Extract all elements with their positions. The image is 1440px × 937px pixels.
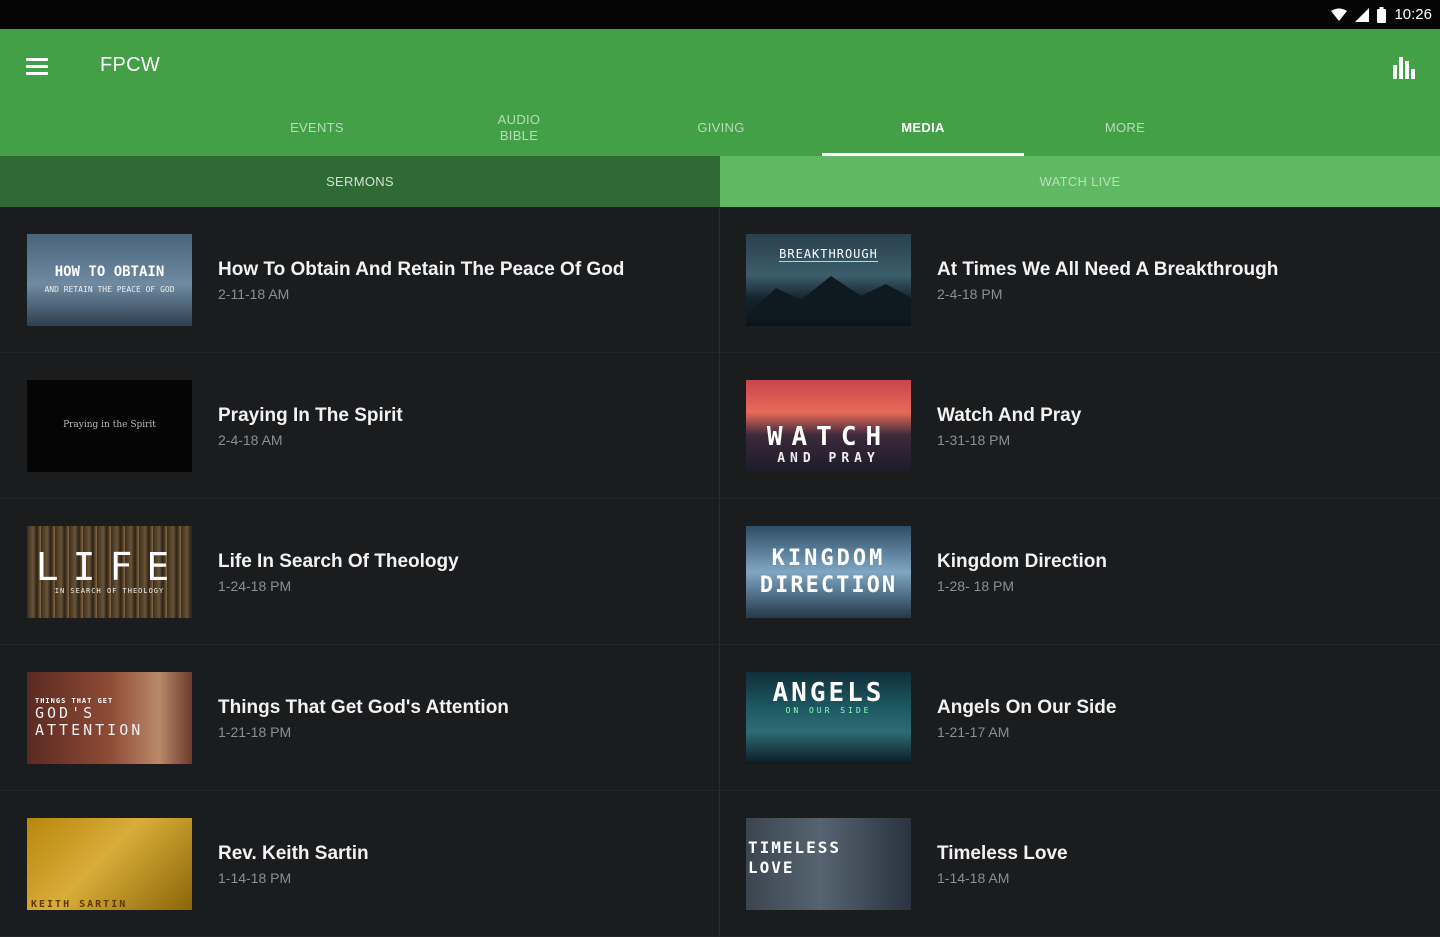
thumbnail-subtext: DIRECTION xyxy=(759,573,898,598)
wifi-icon xyxy=(1331,8,1348,21)
subtab-watch-live[interactable]: WATCH LIVE xyxy=(720,156,1440,207)
thumbnail-text: TIMELESS xyxy=(748,838,842,857)
sermon-title: Life In Search Of Theology xyxy=(218,551,459,572)
tab-more[interactable]: MORE xyxy=(1024,99,1226,156)
sermon-date: 1-24-18 PM xyxy=(218,578,292,594)
list-item[interactable]: Praying in the Spirit Praying In The Spi… xyxy=(0,353,720,499)
thumbnail-text: WATCH xyxy=(766,422,891,453)
hamburger-icon xyxy=(26,57,48,61)
bar-chart-bar xyxy=(1399,57,1403,79)
thumbnail-subtext: AND PRAY xyxy=(777,450,880,466)
app-title: FPCW xyxy=(100,54,161,76)
list-item[interactable]: THINGS THAT GET GOD'S ATTENTION Things T… xyxy=(0,645,720,791)
list-item[interactable]: ANGELS ON OUR SIDE Angels On Our Side 1-… xyxy=(720,645,1440,791)
main-tabs: EVENTS AUDIO BIBLE GIVING MEDIA MORE xyxy=(216,99,1226,156)
sermon-date: 1-14-18 PM xyxy=(218,870,292,886)
media-subtabs: SERMONS WATCH LIVE xyxy=(0,156,1440,207)
list-item[interactable]: WATCH AND PRAY Watch And Pray 1-31-18 PM xyxy=(720,353,1440,499)
hamburger-line xyxy=(26,64,48,68)
tab-events[interactable]: EVENTS xyxy=(216,99,418,156)
sermon-thumbnail: BREAKTHROUGH xyxy=(746,234,911,326)
sermon-date: 1-21-17 AM xyxy=(937,724,1010,740)
sermon-thumbnail: WATCH AND PRAY xyxy=(746,380,911,472)
hamburger-line xyxy=(26,71,48,75)
thumbnail-subtext: AND RETAIN THE PEACE OF GOD xyxy=(44,284,175,294)
sermon-date: 2-4-18 PM xyxy=(937,286,1003,302)
list-item[interactable]: KINGDOM DIRECTION Kingdom Direction 1-28… xyxy=(720,499,1440,645)
list-item[interactable]: HOW TO OBTAIN AND RETAIN THE PEACE OF GO… xyxy=(0,207,720,353)
sermon-title: Rev. Keith Sartin xyxy=(218,843,369,864)
sermon-title: Angels On Our Side xyxy=(937,697,1117,718)
mountain-illustration xyxy=(746,275,911,316)
list-item[interactable]: LIFE IN SEARCH OF THEOLOGY Life In Searc… xyxy=(0,499,720,645)
tab-media[interactable]: MEDIA xyxy=(822,99,1024,156)
app-bar: FPCW EVENTS AUDIO BIBLE GIVING MEDIA MOR… xyxy=(0,29,1440,156)
sermon-date: 2-4-18 AM xyxy=(218,432,283,448)
bar-chart-bar xyxy=(1405,61,1409,79)
sermon-title: Praying In The Spirit xyxy=(218,405,403,426)
thumbnail-text: ANGELS xyxy=(772,678,885,708)
sermon-thumbnail: HOW TO OBTAIN AND RETAIN THE PEACE OF GO… xyxy=(27,234,192,326)
status-bar: 10:26 xyxy=(0,0,1440,29)
thumbnail-text: LIFE xyxy=(35,545,184,590)
sermon-title: Timeless Love xyxy=(937,843,1068,864)
sermon-thumbnail: Praying in the Spirit xyxy=(27,380,192,472)
cell-signal-icon xyxy=(1355,7,1370,22)
menu-button[interactable] xyxy=(26,51,56,81)
list-item[interactable]: KEITH SARTIN Rev. Keith Sartin 1-14-18 P… xyxy=(0,791,720,937)
sermon-date: 1-31-18 PM xyxy=(937,432,1011,448)
sermon-thumbnail: ANGELS ON OUR SIDE xyxy=(746,672,911,764)
tab-audio-bible[interactable]: AUDIO BIBLE xyxy=(418,99,620,156)
thumbnail-text: KINGDOM xyxy=(771,545,886,571)
sermon-thumbnail: KEITH SARTIN xyxy=(27,818,192,910)
list-item[interactable]: TIMELESS LOVE Timeless Love 1-14-18 AM xyxy=(720,791,1440,937)
stats-button[interactable] xyxy=(1390,51,1418,79)
thumbnail-subtext: LOVE xyxy=(748,857,795,877)
thumbnail-text: HOW TO OBTAIN xyxy=(54,264,165,281)
thumbnail-text: BREAKTHROUGH xyxy=(779,247,878,262)
thumbnail-subtext: GOD'S ATTENTION xyxy=(35,704,144,739)
sermon-title: Kingdom Direction xyxy=(937,551,1107,572)
sermon-title: Things That Get God's Attention xyxy=(218,697,509,718)
sermon-date: 2-11-18 AM xyxy=(218,286,290,302)
subtab-sermons[interactable]: SERMONS xyxy=(0,156,720,207)
battery-icon xyxy=(1377,6,1387,23)
sermon-thumbnail: THINGS THAT GET GOD'S ATTENTION xyxy=(27,672,192,764)
sermon-title: Watch And Pray xyxy=(937,405,1082,426)
status-icons: 10:26 xyxy=(1331,0,1432,29)
sermon-title: At Times We All Need A Breakthrough xyxy=(937,259,1279,280)
thumbnail-subtext: IN SEARCH OF THEOLOGY xyxy=(54,587,165,596)
sermon-date: 1-28- 18 PM xyxy=(937,578,1015,594)
bar-chart-icon xyxy=(1393,65,1397,79)
sermon-thumbnail: LIFE IN SEARCH OF THEOLOGY xyxy=(27,526,192,618)
clock: 10:26 xyxy=(1394,6,1432,23)
thumbnail-subtext: ON OUR SIDE xyxy=(785,706,872,716)
list-item[interactable]: BREAKTHROUGH At Times We All Need A Brea… xyxy=(720,207,1440,353)
thumbnail-subtext: Praying in the Spirit xyxy=(63,420,156,431)
sermon-title: How To Obtain And Retain The Peace Of Go… xyxy=(218,259,625,280)
tab-giving[interactable]: GIVING xyxy=(620,99,822,156)
sermon-thumbnail: KINGDOM DIRECTION xyxy=(746,526,911,618)
bar-chart-bar xyxy=(1411,69,1415,79)
sermon-thumbnail: TIMELESS LOVE xyxy=(746,818,911,910)
thumbnail-subtext: KEITH SARTIN xyxy=(31,899,128,910)
sermon-list: HOW TO OBTAIN AND RETAIN THE PEACE OF GO… xyxy=(0,207,1440,937)
sermon-date: 1-14-18 AM xyxy=(937,870,1010,886)
sermon-date: 1-21-18 PM xyxy=(218,724,292,740)
